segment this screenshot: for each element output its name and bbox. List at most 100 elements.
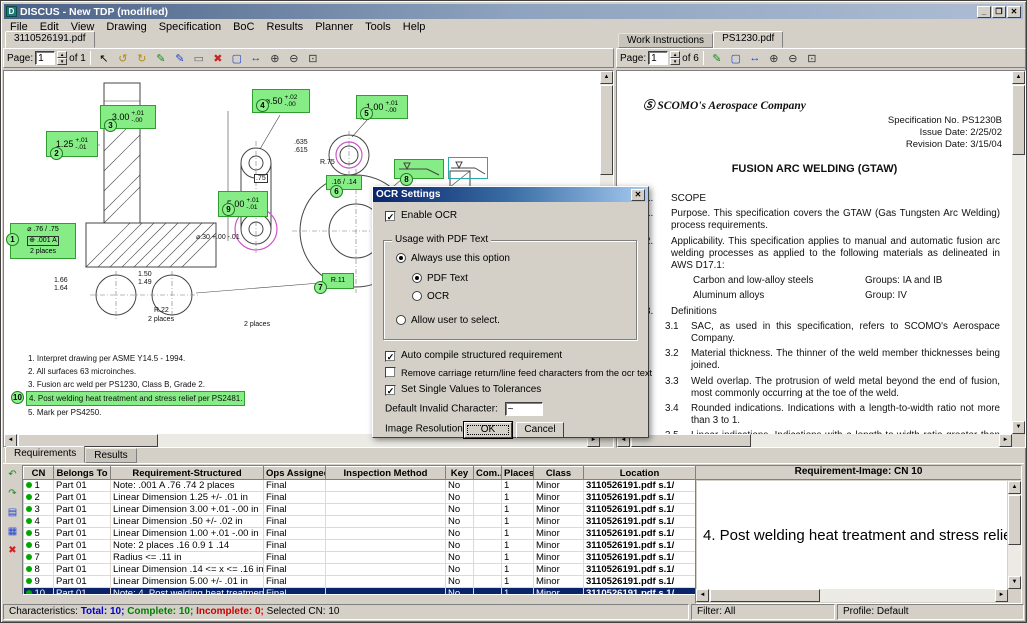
callout-6[interactable]: 6 xyxy=(330,185,343,198)
table-row[interactable]: 10Part 01Note: 4. Post welding heat trea… xyxy=(24,588,696,596)
callout-box-1[interactable]: ⌀ .76 / .75 ⊕ .001 A 2 places xyxy=(10,223,76,259)
table-row[interactable]: 7Part 01Radius <= .11 inFinalNo1Minor311… xyxy=(24,552,696,564)
menu-results[interactable]: Results xyxy=(261,21,310,33)
callout-4[interactable]: 4 xyxy=(256,99,269,112)
page-spinner[interactable]: ▲▼ xyxy=(670,51,680,65)
spin-up-icon[interactable]: ▲ xyxy=(57,51,67,58)
fit-width-icon[interactable]: ↔ xyxy=(247,50,265,66)
delete-highlight-icon[interactable]: ✖ xyxy=(209,50,227,66)
radio-icon[interactable] xyxy=(412,291,422,301)
spec-document[interactable]: Ⓢ SCOMO's Aerospace Company Specificatio… xyxy=(617,71,1012,434)
column-header[interactable]: Class xyxy=(534,467,584,480)
dialog-close-icon[interactable]: ✕ xyxy=(631,189,645,201)
menu-help[interactable]: Help xyxy=(397,21,432,33)
scroll-thumb[interactable] xyxy=(631,434,751,447)
radio-icon[interactable] xyxy=(396,315,406,325)
dialog-title-bar[interactable]: OCR Settings ✕ xyxy=(373,187,648,202)
radio-icon[interactable] xyxy=(396,253,406,263)
enable-ocr-checkbox[interactable]: Enable OCR xyxy=(385,210,457,222)
tab-requirements[interactable]: Requirements xyxy=(5,446,85,463)
menu-planner[interactable]: Planner xyxy=(309,21,359,33)
page-input[interactable] xyxy=(35,51,55,65)
scroll-up-icon[interactable]: ▲ xyxy=(1012,71,1025,84)
title-bar[interactable]: D DISCUS - New TDP (modified) _ ❐ ✕ xyxy=(4,4,1023,19)
page-spinner[interactable]: ▲▼ xyxy=(57,51,67,65)
callout-9[interactable]: 9 xyxy=(222,203,235,216)
column-header[interactable]: Belongs To xyxy=(54,467,111,480)
column-header[interactable]: CN xyxy=(24,467,54,480)
zoom-out-icon[interactable]: ⊖ xyxy=(784,50,802,66)
edit-annotation-icon[interactable]: ✎ xyxy=(171,50,189,66)
zoom-window-icon[interactable]: ⊡ xyxy=(803,50,821,66)
scroll-down-icon[interactable]: ▼ xyxy=(1008,576,1021,589)
remove-cr-checkbox[interactable]: Remove carriage return/line feed charact… xyxy=(385,367,652,378)
rotate-left-icon[interactable]: ↺ xyxy=(114,50,132,66)
undo-requirement-icon[interactable]: ↶ xyxy=(5,467,21,482)
fit-page-icon[interactable]: ▢ xyxy=(727,50,745,66)
table-row[interactable]: 1Part 01Note: .001 A .76 .74 2 placesFin… xyxy=(24,480,696,492)
always-option-radio[interactable]: Always use this option xyxy=(396,253,510,264)
set-single-checkbox[interactable]: Set Single Values to Tolerances xyxy=(385,384,541,396)
select-pointer-icon[interactable]: ↖ xyxy=(95,50,113,66)
table-row[interactable]: 4Part 01Linear Dimension .50 +/- .02 inF… xyxy=(24,516,696,528)
fit-page-icon[interactable]: ▢ xyxy=(228,50,246,66)
close-button[interactable]: ✕ xyxy=(1007,6,1021,18)
checkbox-icon[interactable] xyxy=(385,351,396,362)
callout-2[interactable]: 2 xyxy=(50,147,63,160)
req-image-hscrollbar[interactable]: ◄ ► xyxy=(696,589,1008,602)
redo-requirement-icon[interactable]: ↷ xyxy=(5,486,21,501)
copy-requirement-icon[interactable]: ▤ xyxy=(5,505,21,520)
table-row[interactable]: 8Part 01Linear Dimension .14 <= x <= .16… xyxy=(24,564,696,576)
maximize-button[interactable]: ❐ xyxy=(992,6,1006,18)
column-header[interactable]: Inspection Method xyxy=(326,467,446,480)
zoom-out-icon[interactable]: ⊖ xyxy=(285,50,303,66)
scroll-up-icon[interactable]: ▲ xyxy=(1008,481,1021,494)
radio-icon[interactable] xyxy=(412,273,422,283)
tab-drawing-pdf[interactable]: 3110526191.pdf xyxy=(5,31,95,48)
spec-hscrollbar[interactable]: ◄ ► xyxy=(617,434,1012,447)
table-row[interactable]: 3Part 01Linear Dimension 3.00 +.01 -.00 … xyxy=(24,504,696,516)
scroll-up-icon[interactable]: ▲ xyxy=(600,71,613,84)
menu-drawing[interactable]: Drawing xyxy=(100,21,152,33)
minimize-button[interactable]: _ xyxy=(977,6,991,18)
zoom-in-icon[interactable]: ⊕ xyxy=(765,50,783,66)
scroll-right-icon[interactable]: ► xyxy=(995,589,1008,602)
checkbox-icon[interactable] xyxy=(385,367,396,378)
scroll-down-icon[interactable]: ▼ xyxy=(1012,421,1025,434)
table-row[interactable]: 6Part 01Note: 2 places .16 0.9 1 .14Fina… xyxy=(24,540,696,552)
rotate-right-icon[interactable]: ↻ xyxy=(133,50,151,66)
callout-10[interactable]: 10 xyxy=(11,391,24,404)
zoom-in-icon[interactable]: ⊕ xyxy=(266,50,284,66)
scroll-thumb[interactable] xyxy=(600,85,613,175)
spin-up-icon[interactable]: ▲ xyxy=(670,51,680,58)
column-header[interactable]: Com... xyxy=(474,467,502,480)
requirement-image-content[interactable]: 4. Post welding heat treatment and stres… xyxy=(697,481,1007,589)
cancel-button[interactable]: Cancel xyxy=(516,422,564,438)
tab-work-instructions[interactable]: Work Instructions xyxy=(618,33,713,48)
ocr-radio[interactable]: OCR xyxy=(412,291,449,302)
callout-7[interactable]: 7 xyxy=(314,281,327,294)
table-row[interactable]: 2Part 01Linear Dimension 1.25 +/- .01 in… xyxy=(24,492,696,504)
highlight-icon[interactable]: ✎ xyxy=(152,50,170,66)
spec-vscrollbar[interactable]: ▲ ▼ xyxy=(1012,71,1025,434)
menu-tools[interactable]: Tools xyxy=(359,21,397,33)
drawing-note[interactable]: 104. Post welding heat treatment and str… xyxy=(26,391,245,406)
scroll-left-icon[interactable]: ◄ xyxy=(696,589,709,602)
checkbox-icon[interactable] xyxy=(385,385,396,396)
ok-button[interactable]: OK xyxy=(464,422,512,438)
checkbox-icon[interactable] xyxy=(385,211,396,222)
column-header[interactable]: Location xyxy=(584,467,696,480)
highlight-icon[interactable]: ✎ xyxy=(708,50,726,66)
delete-requirement-icon[interactable]: ✖ xyxy=(5,543,21,558)
invalid-character-input[interactable] xyxy=(505,402,543,416)
pdf-text-radio[interactable]: PDF Text xyxy=(412,273,468,284)
spin-down-icon[interactable]: ▼ xyxy=(57,58,67,65)
scroll-thumb[interactable] xyxy=(1012,85,1025,155)
req-image-vscrollbar[interactable]: ▲ ▼ xyxy=(1008,481,1021,589)
table-row[interactable]: 9Part 01Linear Dimension 5.00 +/- .01 in… xyxy=(24,576,696,588)
scroll-right-icon[interactable]: ► xyxy=(999,434,1012,447)
menu-specification[interactable]: Specification xyxy=(153,21,227,33)
tab-results[interactable]: Results xyxy=(85,448,136,463)
column-header[interactable]: Places xyxy=(502,467,534,480)
callout-1[interactable]: 1 xyxy=(6,233,19,246)
